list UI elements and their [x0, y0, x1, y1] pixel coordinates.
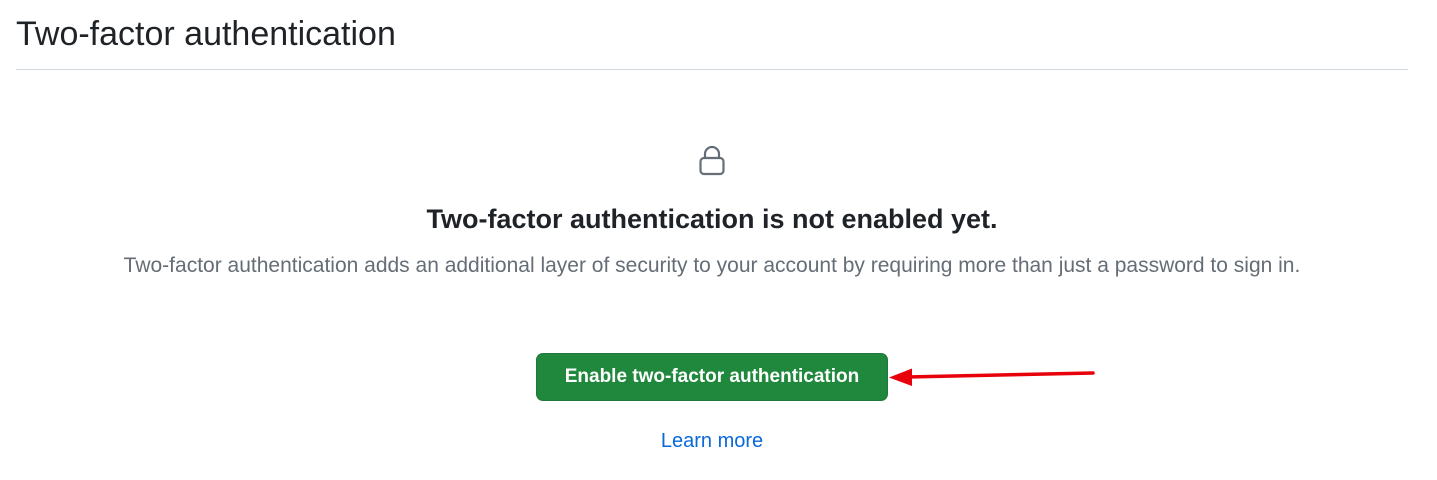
enable-two-factor-button[interactable]: Enable two-factor authentication [536, 353, 888, 401]
lock-icon [699, 145, 725, 176]
blankslate: Two-factor authentication is not enabled… [16, 70, 1408, 480]
blankslate-description: Two-factor authentication adds an additi… [123, 254, 1301, 277]
page-header: Two-factor authentication [16, 0, 1408, 70]
learn-more-link[interactable]: Learn more [16, 428, 1408, 454]
annotation-arrow-icon [889, 368, 1095, 386]
blankslate-heading: Two-factor authentication is not enabled… [426, 204, 998, 234]
page-title: Two-factor authentication [16, 15, 396, 53]
